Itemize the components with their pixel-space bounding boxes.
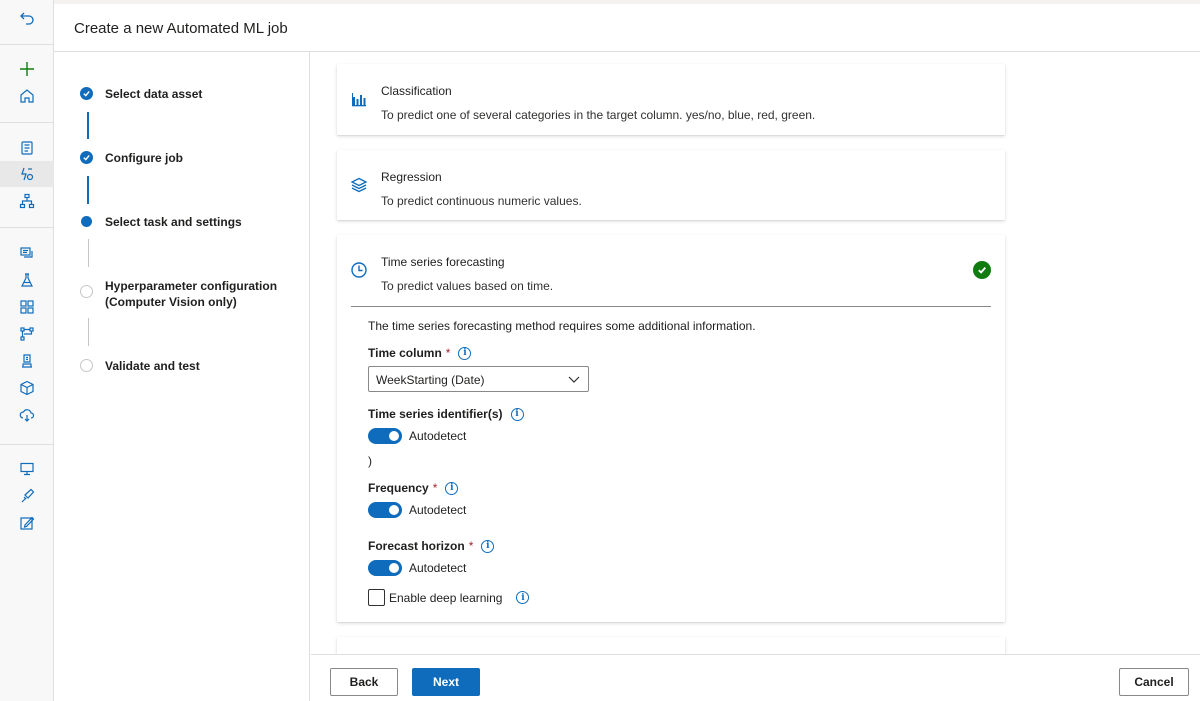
flask-icon[interactable] — [17, 270, 37, 290]
components-icon[interactable] — [17, 297, 37, 317]
wizard-steps: Select data asset Configure job Select t… — [54, 52, 310, 701]
selected-check-icon — [973, 261, 991, 279]
toggle-label: Autodetect — [409, 429, 467, 443]
wizard-footer: Back Next Cancel — [311, 654, 1200, 701]
plus-icon[interactable] — [17, 59, 37, 79]
task-card-classification[interactable]: Classification To predict one of several… — [337, 64, 1005, 135]
horizon-autodetect-toggle[interactable]: Autodetect — [368, 560, 466, 576]
task-description: To predict one of several categories in … — [381, 108, 816, 122]
forecast-horizon-label: Forecast horizon * i — [368, 539, 495, 553]
required-marker: * — [432, 481, 438, 495]
toggle-switch[interactable] — [368, 502, 402, 518]
task-title: Time series forecasting — [381, 255, 505, 269]
page-header: Create a new Automated ML job — [54, 0, 1200, 52]
info-icon[interactable]: i — [510, 407, 524, 421]
step-label: Select task and settings — [105, 215, 242, 229]
stray-text: ) — [368, 454, 372, 468]
time-column-select[interactable]: WeekStarting (Date) — [368, 366, 589, 392]
chevron-down-icon — [568, 376, 580, 383]
automl-icon[interactable] — [17, 164, 37, 184]
nav-rail — [0, 0, 54, 701]
toggle-switch[interactable] — [368, 428, 402, 444]
datastores-icon[interactable] — [17, 486, 37, 506]
time-column-label: Time column * i — [368, 346, 472, 360]
models-icon[interactable] — [17, 378, 37, 398]
step-current-icon — [81, 216, 92, 227]
time-column-value: WeekStarting (Date) — [376, 373, 485, 387]
pipelines-icon[interactable] — [17, 324, 37, 344]
toggle-label: Autodetect — [409, 503, 467, 517]
toggle-switch[interactable] — [368, 560, 402, 576]
designer-icon[interactable] — [17, 191, 37, 211]
task-description: To predict continuous numeric values. — [381, 194, 582, 208]
step-select-data-asset[interactable]: Select data asset — [80, 86, 202, 102]
step-label: Select data asset — [105, 87, 203, 101]
step-pending-icon — [80, 285, 93, 298]
page-title: Create a new Automated ML job — [74, 20, 288, 37]
info-icon[interactable]: i — [516, 591, 530, 604]
layers-icon — [350, 176, 368, 194]
back-arrow-icon[interactable] — [17, 8, 37, 28]
task-settings-panel: Classification To predict one of several… — [311, 52, 1200, 654]
frequency-autodetect-toggle[interactable]: Autodetect — [368, 502, 466, 518]
info-icon[interactable]: i — [458, 346, 472, 360]
step-label: Hyperparameter configuration (Computer V… — [105, 279, 278, 309]
next-button[interactable]: Next — [412, 668, 480, 696]
task-card-forecasting[interactable]: Time series forecasting To predict value… — [337, 235, 1005, 622]
clock-icon — [350, 261, 368, 279]
identifiers-autodetect-toggle[interactable]: Autodetect — [368, 428, 466, 444]
bar-chart-icon — [350, 90, 368, 108]
info-icon[interactable]: i — [445, 481, 459, 495]
step-complete-icon — [80, 151, 93, 164]
frequency-label: Frequency * i — [368, 481, 459, 495]
notebook-icon[interactable] — [17, 138, 37, 158]
step-validate-and-test[interactable]: Validate and test — [80, 358, 200, 374]
info-icon[interactable]: i — [481, 539, 495, 553]
task-description: To predict values based on time. — [381, 279, 554, 293]
step-pending-icon — [80, 359, 93, 372]
toggle-label: Autodetect — [409, 561, 467, 575]
task-title: Regression — [381, 170, 442, 184]
data-icon[interactable] — [17, 243, 37, 263]
enable-deep-learning-checkbox[interactable]: Enable deep learning i — [368, 589, 530, 606]
environments-icon[interactable] — [17, 351, 37, 371]
step-hyperparameter-config[interactable]: Hyperparameter configuration (Computer V… — [80, 278, 277, 310]
required-marker: * — [468, 539, 474, 553]
task-title: Classification — [381, 84, 452, 98]
required-marker: * — [445, 346, 451, 360]
cancel-button[interactable]: Cancel — [1119, 668, 1189, 696]
step-select-task[interactable]: Select task and settings — [80, 214, 242, 230]
time-series-identifiers-label: Time series identifier(s) i — [368, 407, 524, 421]
forecast-intro-text: The time series forecasting method requi… — [368, 319, 756, 333]
step-label: Validate and test — [105, 359, 200, 373]
step-label: Configure job — [105, 151, 183, 165]
labeling-icon[interactable] — [17, 513, 37, 533]
back-button[interactable]: Back — [330, 668, 398, 696]
home-icon[interactable] — [17, 86, 37, 106]
step-complete-icon — [80, 87, 93, 100]
compute-icon[interactable] — [17, 459, 37, 479]
task-card-regression[interactable]: Regression To predict continuous numeric… — [337, 150, 1005, 220]
step-configure-job[interactable]: Configure job — [80, 150, 183, 166]
checkbox[interactable] — [368, 589, 385, 606]
endpoints-icon[interactable] — [17, 405, 37, 425]
task-card-next[interactable] — [337, 637, 1005, 654]
checkbox-label: Enable deep learning — [389, 590, 503, 605]
